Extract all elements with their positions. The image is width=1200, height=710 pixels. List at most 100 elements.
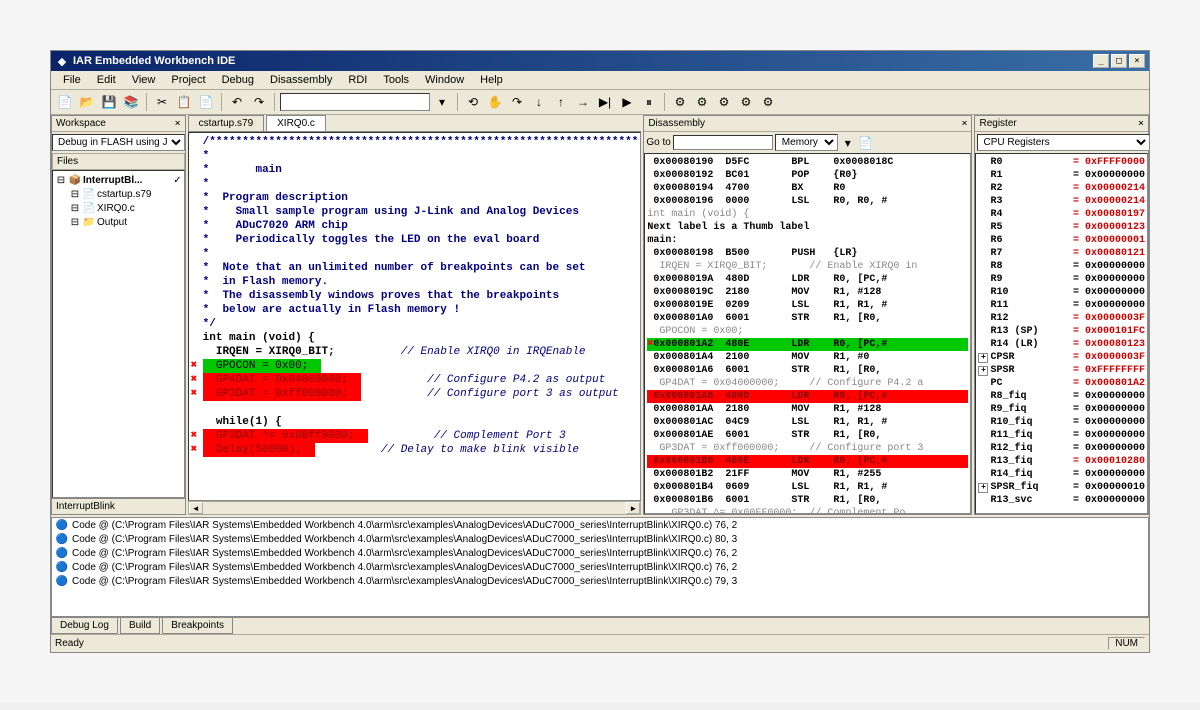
register-row[interactable]: R8_fiq= 0x00000000 bbox=[978, 390, 1145, 403]
log-tab[interactable]: Debug Log bbox=[51, 618, 118, 634]
expand-icon[interactable]: + bbox=[978, 366, 988, 376]
tool-icon[interactable]: ⚙ bbox=[736, 92, 756, 112]
register-row[interactable]: R14 (LR)= 0x00080123 bbox=[978, 338, 1145, 351]
panel-close-icon[interactable]: × bbox=[961, 118, 967, 129]
next-stmt-icon[interactable]: → bbox=[573, 92, 593, 112]
editor-tab[interactable]: XIRQ0.c bbox=[266, 115, 326, 131]
editor-tab[interactable]: cstartup.s79 bbox=[188, 115, 264, 131]
workspace-tab[interactable]: InterruptBlink bbox=[52, 498, 185, 514]
register-row[interactable]: R13_svc= 0x00000000 bbox=[978, 494, 1145, 507]
expand-icon[interactable]: ⊟ bbox=[69, 188, 81, 200]
breakpoint-icon[interactable]: ✖ bbox=[191, 429, 203, 443]
log-line[interactable]: 🔵Code @ (C:\Program Files\IAR Systems\Em… bbox=[52, 560, 1148, 574]
menu-debug[interactable]: Debug bbox=[214, 72, 262, 88]
close-button[interactable]: × bbox=[1129, 54, 1145, 68]
register-row[interactable]: R2= 0x00000214 bbox=[978, 182, 1145, 195]
register-row[interactable]: +CPSR= 0x0000003F bbox=[978, 351, 1145, 364]
register-row[interactable]: +SPSR= 0xFFFFFFFF bbox=[978, 364, 1145, 377]
project-tree[interactable]: ⊟📦InterruptBl...✓⊟📄cstartup.s79⊟📄XIRQ0.c… bbox=[52, 170, 185, 498]
register-row[interactable]: R5= 0x00000123 bbox=[978, 221, 1145, 234]
scroll-left-icon[interactable]: ◄ bbox=[189, 502, 203, 514]
expand-icon[interactable]: ⊟ bbox=[55, 174, 67, 186]
undo-icon[interactable]: ↶ bbox=[227, 92, 247, 112]
menu-tools[interactable]: Tools bbox=[375, 72, 417, 88]
reset-icon[interactable]: ⟲ bbox=[463, 92, 483, 112]
menu-rdi[interactable]: RDI bbox=[340, 72, 375, 88]
register-row[interactable]: PC= 0x000801A2 bbox=[978, 377, 1145, 390]
search-input[interactable] bbox=[280, 93, 430, 111]
register-content[interactable]: R0= 0xFFFF0000R1= 0x00000000R2= 0x000002… bbox=[975, 153, 1148, 514]
register-row[interactable]: R1= 0x00000000 bbox=[978, 169, 1145, 182]
tool-icon[interactable]: ⚙ bbox=[692, 92, 712, 112]
register-row[interactable]: R0= 0xFFFF0000 bbox=[978, 156, 1145, 169]
run-cursor-icon[interactable]: ▶| bbox=[595, 92, 615, 112]
redo-icon[interactable]: ↷ bbox=[249, 92, 269, 112]
expand-icon[interactable]: ⊟ bbox=[69, 216, 81, 228]
register-row[interactable]: R6= 0x00000001 bbox=[978, 234, 1145, 247]
minimize-button[interactable]: _ bbox=[1093, 54, 1109, 68]
maximize-button[interactable]: □ bbox=[1111, 54, 1127, 68]
register-row[interactable]: R14_fiq= 0x00000000 bbox=[978, 468, 1145, 481]
log-tab[interactable]: Build bbox=[120, 618, 160, 634]
register-row[interactable]: +SPSR_fiq= 0x00000010 bbox=[978, 481, 1145, 494]
save-icon[interactable]: 💾 bbox=[99, 92, 119, 112]
register-row[interactable]: R11= 0x00000000 bbox=[978, 299, 1145, 312]
tree-node[interactable]: ⊟📁Output bbox=[55, 215, 182, 229]
register-row[interactable]: R9_fiq= 0x00000000 bbox=[978, 403, 1145, 416]
menu-help[interactable]: Help bbox=[472, 72, 511, 88]
panel-close-icon[interactable]: × bbox=[175, 118, 181, 129]
step-out-icon[interactable]: ↑ bbox=[551, 92, 571, 112]
register-dropdown[interactable]: CPU Registers bbox=[977, 134, 1150, 151]
scrollbar-horizontal[interactable]: ◄ ► bbox=[188, 501, 642, 515]
tree-node[interactable]: ⊟📄XIRQ0.c bbox=[55, 201, 182, 215]
register-row[interactable]: R13_fiq= 0x00010280 bbox=[978, 455, 1145, 468]
breakpoint-icon[interactable]: ✖ bbox=[191, 373, 203, 387]
expand-icon[interactable]: ⊟ bbox=[69, 202, 81, 214]
open-icon[interactable]: 📂 bbox=[77, 92, 97, 112]
log-line[interactable]: 🔵Code @ (C:\Program Files\IAR Systems\Em… bbox=[52, 546, 1148, 560]
log-panel[interactable]: 🔵Code @ (C:\Program Files\IAR Systems\Em… bbox=[51, 517, 1149, 617]
expand-icon[interactable]: + bbox=[978, 353, 988, 363]
tree-node[interactable]: ⊟📄cstartup.s79 bbox=[55, 187, 182, 201]
copy-icon[interactable]: 📋 bbox=[174, 92, 194, 112]
register-row[interactable]: R11_fiq= 0x00000000 bbox=[978, 429, 1145, 442]
log-line[interactable]: 🔵Code @ (C:\Program Files\IAR Systems\Em… bbox=[52, 574, 1148, 588]
menu-window[interactable]: Window bbox=[417, 72, 472, 88]
memory-dropdown[interactable]: Memory bbox=[775, 134, 838, 151]
tree-node[interactable]: ⊟📦InterruptBl...✓ bbox=[55, 173, 182, 187]
tool-icon[interactable]: ⚙ bbox=[670, 92, 690, 112]
register-row[interactable]: R10= 0x00000000 bbox=[978, 286, 1145, 299]
menu-view[interactable]: View bbox=[124, 72, 164, 88]
menu-edit[interactable]: Edit bbox=[89, 72, 124, 88]
panel-close-icon[interactable]: × bbox=[1138, 118, 1144, 129]
config-dropdown[interactable]: Debug in FLASH using J bbox=[52, 134, 185, 151]
log-line[interactable]: 🔵Code @ (C:\Program Files\IAR Systems\Em… bbox=[52, 532, 1148, 546]
register-row[interactable]: R8= 0x00000000 bbox=[978, 260, 1145, 273]
goto-input[interactable] bbox=[673, 135, 773, 150]
register-row[interactable]: R12= 0x0000003F bbox=[978, 312, 1145, 325]
menu-file[interactable]: File bbox=[55, 72, 89, 88]
log-line[interactable]: 🔵Code @ (C:\Program Files\IAR Systems\Em… bbox=[52, 518, 1148, 532]
register-row[interactable]: R10_fiq= 0x00000000 bbox=[978, 416, 1145, 429]
disasm-content[interactable]: 0x00080190 D5FC BPL 0x0008018C 0x0008019… bbox=[644, 153, 971, 514]
register-row[interactable]: R7= 0x00080121 bbox=[978, 247, 1145, 260]
saveall-icon[interactable]: 📚 bbox=[121, 92, 141, 112]
register-row[interactable]: R3= 0x00000214 bbox=[978, 195, 1145, 208]
register-row[interactable]: R13 (SP)= 0x000101FC bbox=[978, 325, 1145, 338]
menu-project[interactable]: Project bbox=[163, 72, 213, 88]
break-icon[interactable]: ⏸ bbox=[639, 92, 659, 112]
register-row[interactable]: R9= 0x00000000 bbox=[978, 273, 1145, 286]
tool-icon[interactable]: ⚙ bbox=[758, 92, 778, 112]
disasm-tool-icon[interactable]: 📄 bbox=[858, 135, 874, 151]
breakpoint-icon[interactable]: ✖ bbox=[191, 387, 203, 401]
step-over-icon[interactable]: ↷ bbox=[507, 92, 527, 112]
new-icon[interactable]: 📄 bbox=[55, 92, 75, 112]
go-icon[interactable]: ▶ bbox=[617, 92, 637, 112]
disasm-tool-icon[interactable]: ▾ bbox=[840, 135, 856, 151]
paste-icon[interactable]: 📄 bbox=[196, 92, 216, 112]
dropdown-icon[interactable]: ▾ bbox=[432, 92, 452, 112]
breakpoint-icon[interactable]: ✖ bbox=[191, 359, 203, 373]
editor-content[interactable]: /***************************************… bbox=[188, 132, 642, 501]
step-into-icon[interactable]: ↓ bbox=[529, 92, 549, 112]
expand-icon[interactable]: + bbox=[978, 483, 988, 493]
